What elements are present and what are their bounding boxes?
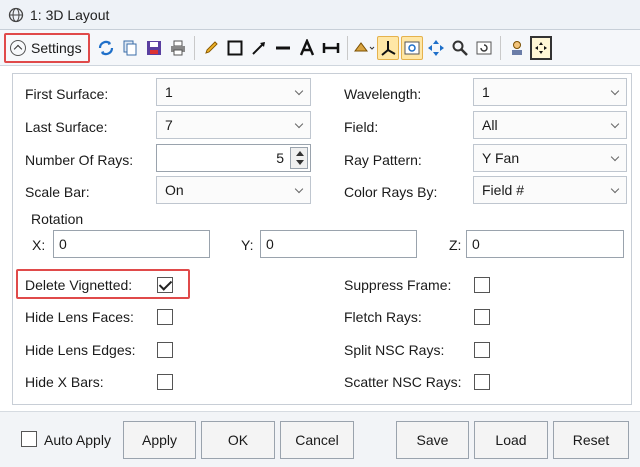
rotation-y-input[interactable]: 0 [260,230,417,258]
rotation-y-label: Y: [241,237,254,253]
pan-icon[interactable] [425,36,447,60]
scatter-nsc-rays-label: Scatter NSC Rays: [344,374,462,390]
fletch-rays-label: Fletch Rays: [344,309,422,325]
rotation-x-label: X: [32,237,46,253]
auto-apply-label: Auto Apply [44,432,111,448]
reset-view-icon[interactable] [473,36,495,60]
ray-pattern-select[interactable]: Y Fan [473,144,627,172]
first-surface-value: 1 [165,84,173,100]
axes-icon[interactable] [376,35,399,60]
bottom-bar: Auto Apply Apply OK Cancel Save Load Res… [0,411,640,467]
color-rays-by-select[interactable]: Field # [473,176,627,204]
number-of-rays-stepper[interactable]: 5 [156,144,311,172]
chevron-down-icon [610,152,620,162]
fit-to-window-icon[interactable] [529,35,552,60]
wavelength-select[interactable]: 1 [473,78,627,106]
rotation-x-value: 0 [59,236,67,252]
auto-apply-checkbox[interactable] [21,431,37,447]
scatter-nsc-rays-checkbox[interactable] [474,374,490,390]
field-label: Field: [344,119,379,135]
arrow-icon[interactable] [248,36,270,60]
chevron-down-icon [294,184,304,194]
copy-icon[interactable] [119,36,141,60]
hide-lens-faces-checkbox[interactable] [157,309,173,325]
chevron-down-icon [294,86,304,96]
rotation-z-input[interactable]: 0 [466,230,624,258]
save-icon[interactable] [143,36,165,60]
stepper-arrows-icon[interactable] [290,147,308,169]
rotation-z-label: Z: [449,237,462,253]
toolbar: Settings [0,30,640,66]
number-of-rays-label: Number Of Rays: [25,152,134,168]
wavelength-value: 1 [482,84,490,100]
print-icon[interactable] [167,36,189,60]
load-button[interactable]: Load [474,421,548,459]
split-nsc-rays-checkbox[interactable] [474,342,490,358]
fletch-rays-checkbox[interactable] [474,309,490,325]
number-of-rays-value: 5 [276,150,284,166]
chevron-down-icon [610,86,620,96]
scale-bar-value: On [165,182,184,198]
stepper-down-icon[interactable] [296,160,304,165]
stepper-up-icon[interactable] [296,151,304,156]
save-button[interactable]: Save [396,421,469,459]
rotation-z-value: 0 [472,236,480,252]
settings-panel: First Surface: 1 Last Surface: 7 Number … [12,73,632,405]
title-bar: 1: 3D Layout [0,0,640,30]
split-nsc-rays-label: Split NSC Rays: [344,342,445,358]
color-rays-by-value: Field # [482,182,525,198]
user-icon[interactable] [506,36,528,60]
wavelength-label: Wavelength: [344,86,422,102]
zoom-region-icon[interactable] [400,35,423,60]
text-tool-icon[interactable] [296,36,318,60]
chevron-down-icon [610,184,620,194]
magnify-icon[interactable] [449,36,471,60]
color-rays-by-label: Color Rays By: [344,184,438,200]
settings-label: Settings [31,39,82,56]
delete-vignetted-checkbox[interactable] [157,277,173,293]
rotation-x-input[interactable]: 0 [53,230,210,258]
delete-vignetted-label: Delete Vignetted: [25,277,133,293]
dimension-icon[interactable] [320,36,342,60]
hide-lens-edges-checkbox[interactable] [157,342,173,358]
collapse-icon [10,39,26,56]
rotate-view-icon[interactable] [353,36,375,60]
app-logo-icon [8,7,24,22]
last-surface-label: Last Surface: [25,119,108,135]
toolbar-separator [346,35,348,60]
scale-bar-label: Scale Bar: [25,184,90,200]
ray-pattern-label: Ray Pattern: [344,152,422,168]
line-icon[interactable] [272,36,294,60]
first-surface-select[interactable]: 1 [156,78,311,106]
apply-button[interactable]: Apply [123,421,196,459]
rectangle-icon[interactable] [224,36,246,60]
hide-lens-edges-label: Hide Lens Edges: [25,342,136,358]
refresh-icon[interactable] [95,36,117,60]
rotation-group-label: Rotation [31,211,84,227]
hide-lens-faces-label: Hide Lens Faces: [25,309,134,325]
window-title: 1: 3D Layout [30,6,110,23]
first-surface-label: First Surface: [25,86,109,102]
scale-bar-select[interactable]: On [156,176,311,204]
last-surface-select[interactable]: 7 [156,111,311,139]
chevron-down-icon [294,119,304,129]
ray-pattern-value: Y Fan [482,150,520,166]
chevron-down-icon [610,119,620,129]
suppress-frame-checkbox[interactable] [474,277,490,293]
field-select[interactable]: All [473,111,627,139]
toolbar-separator [193,35,195,60]
suppress-frame-label: Suppress Frame: [344,277,452,293]
cancel-button[interactable]: Cancel [280,421,354,459]
pencil-icon[interactable] [200,36,222,60]
settings-button[interactable]: Settings [4,32,90,63]
toolbar-separator [499,35,501,60]
hide-x-bars-checkbox[interactable] [157,374,173,390]
last-surface-value: 7 [165,117,173,133]
reset-button[interactable]: Reset [553,421,629,459]
hide-x-bars-label: Hide X Bars: [25,374,104,390]
rotation-y-value: 0 [266,236,274,252]
field-value: All [482,117,498,133]
ok-button[interactable]: OK [201,421,275,459]
